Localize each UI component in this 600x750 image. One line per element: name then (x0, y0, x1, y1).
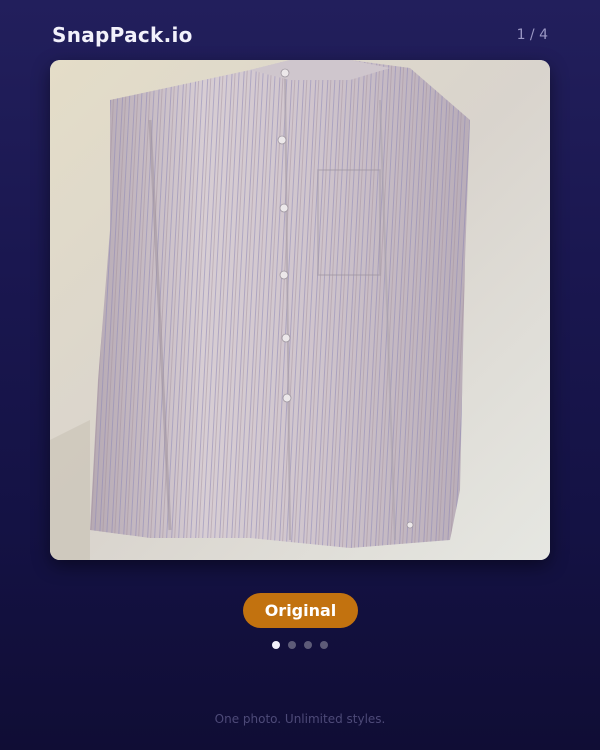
carousel-dot-4[interactable] (320, 641, 328, 649)
carousel-dot-3[interactable] (304, 641, 312, 649)
tagline: One photo. Unlimited styles. (214, 712, 386, 726)
style-label-button[interactable]: Original (243, 593, 358, 628)
app-header: SnapPack.io 1 / 4 (52, 20, 548, 50)
brand-logo: SnapPack.io (52, 23, 193, 47)
carousel-dots (0, 641, 600, 649)
slide-counter: 1 / 4 (516, 27, 548, 43)
carousel-dot-2[interactable] (288, 641, 296, 649)
shirt-image (50, 60, 550, 560)
carousel-dot-1[interactable] (272, 641, 280, 649)
product-photo[interactable] (50, 60, 550, 560)
